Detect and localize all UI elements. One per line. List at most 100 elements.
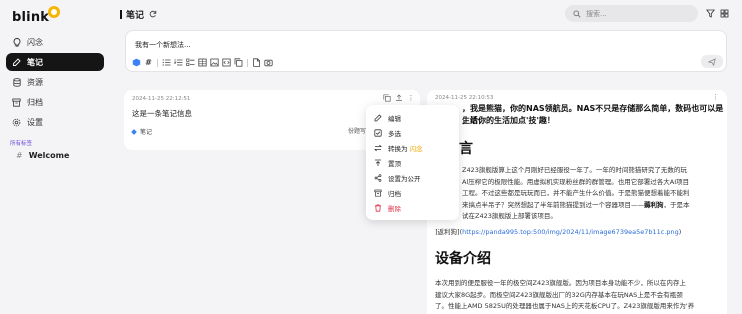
tag-label: Welcome bbox=[28, 151, 70, 160]
checklist-icon[interactable] bbox=[186, 58, 195, 67]
sidebar-item-label: 笔记 bbox=[27, 57, 43, 67]
memo-paragraph: Z423旗舰版算上这个月刚好已经服役一年了。一年的时间熊猫研究了无数的玩 Al压… bbox=[462, 165, 722, 223]
sidebar-item-flash[interactable]: 闪念 bbox=[6, 33, 104, 51]
logo-text: blink bbox=[12, 10, 50, 25]
search-input[interactable]: 搜索... bbox=[565, 5, 698, 22]
image-icon[interactable] bbox=[210, 58, 219, 67]
menu-item-label: 转换为 bbox=[388, 144, 408, 153]
memo-link[interactable]: https://panda995.top:500/img/2024/11/ima… bbox=[462, 228, 679, 236]
sidebar-item-label: 资源 bbox=[27, 77, 43, 87]
pin-icon bbox=[374, 159, 382, 167]
share-icon bbox=[374, 173, 382, 182]
toolbar-divider bbox=[247, 58, 248, 67]
gear-icon bbox=[12, 118, 21, 127]
editor-toolbar: # bbox=[132, 58, 273, 67]
memo-paragraph-line: Al压榨它的极限性能。用虚拟机实现粉丝群的群管理。也用它部署过各大AI项目 bbox=[462, 177, 690, 186]
memo-tag-label: 笔记 bbox=[140, 129, 153, 136]
memo-paragraph-line: 试在Z423旗舰版上部署该项目。 bbox=[462, 212, 557, 220]
more-icon[interactable]: ⋮ bbox=[407, 94, 415, 102]
editor-text[interactable]: 我有一个新想法... bbox=[135, 40, 191, 50]
sidebar-item-archive[interactable]: 归档 bbox=[6, 93, 104, 111]
archive-icon bbox=[12, 98, 21, 107]
memo-paragraph-line: Z423旗舰版算上这个月刚好已经服役一年了。一年的时间熊猫研究了无数的玩 bbox=[462, 166, 687, 174]
memo-context-menu: 编辑 多选 转换为 闪念 置顶 设置为公开 归档 删除 bbox=[366, 105, 459, 220]
sidebar-item-settings[interactable]: 设置 bbox=[6, 113, 104, 131]
menu-item-delete[interactable]: 删除 bbox=[366, 200, 459, 215]
grid-icon[interactable] bbox=[720, 9, 729, 18]
table-icon[interactable] bbox=[198, 58, 207, 67]
sidebar-item-notes[interactable]: 笔记 bbox=[6, 53, 104, 71]
memo-paragraph-line: 来搞点半吊子？突然想起了半年前熊猫提到过一个容器项目——薅利狗，于是本 bbox=[462, 200, 722, 212]
sidebar-item-label: 设置 bbox=[27, 117, 43, 127]
memo-date: 2024-11-25 22:12:51 bbox=[132, 96, 191, 102]
menu-item-archive[interactable]: 归档 bbox=[366, 185, 459, 200]
memo-paragraph-line: 本次用到的便是服役一年的极空间Z423旗舰版。因为项目本身功能不少，所以在内存上 bbox=[435, 279, 686, 287]
page-header: 笔记 bbox=[120, 8, 157, 21]
memo-link-line: ]返利狗](https://panda995.top:500/img/2024/… bbox=[435, 226, 681, 236]
camera-icon[interactable] bbox=[264, 58, 273, 67]
ordered-list-icon[interactable] bbox=[174, 58, 183, 67]
memo-card[interactable]: 2024-11-25 22:10:53 ⋮ ，我是熊猫，你的NAS领航员。NAS… bbox=[427, 90, 727, 314]
copy-icon[interactable] bbox=[234, 58, 243, 67]
menu-item-label: 归档 bbox=[388, 189, 401, 198]
memo-heading: 设备介绍 bbox=[435, 251, 491, 267]
archive-icon bbox=[374, 189, 382, 197]
cube-icon[interactable] bbox=[132, 58, 141, 67]
memo-heading: 言 bbox=[459, 141, 473, 157]
trash-icon bbox=[374, 204, 382, 212]
sidebar: blink 闪念 笔记 资源 归档 设置 所有标签 # Welcome bbox=[0, 0, 108, 314]
filter-icon[interactable] bbox=[706, 9, 715, 18]
convert-icon bbox=[374, 144, 382, 152]
menu-item-label: 设置为公开 bbox=[388, 174, 421, 183]
toolbar-divider bbox=[157, 58, 158, 67]
search-icon bbox=[573, 9, 581, 18]
logo-badge-icon bbox=[48, 6, 61, 18]
app-logo[interactable]: blink bbox=[12, 6, 61, 25]
menu-item-label: 删除 bbox=[388, 204, 401, 213]
edit-icon bbox=[374, 113, 382, 122]
tags-heading: 所有标签 bbox=[10, 141, 33, 147]
sidebar-tag-welcome[interactable]: # Welcome bbox=[16, 151, 69, 160]
send-button[interactable] bbox=[701, 55, 723, 68]
search-placeholder: 搜索... bbox=[586, 9, 607, 18]
more-icon[interactable]: ⋮ bbox=[712, 93, 719, 101]
tag-dot-icon bbox=[131, 128, 137, 135]
memo-paragraph: 本次用到的便是服役一年的极空间Z423旗舰版。因为项目本身功能不少，所以在内存上… bbox=[435, 278, 723, 313]
page-title: 笔记 bbox=[126, 11, 145, 21]
menu-item-convert[interactable]: 转换为 闪念 bbox=[366, 140, 459, 155]
memo-bold-text: 薅利狗 bbox=[644, 200, 664, 209]
menu-item-label: 编辑 bbox=[388, 114, 401, 123]
memo-extra-text: 份题写 bbox=[348, 128, 367, 135]
memo-card-actions: ⋮ bbox=[383, 94, 415, 102]
memo-date: 2024-11-25 22:10:53 bbox=[435, 95, 494, 101]
sidebar-item-label: 闪念 bbox=[27, 37, 43, 47]
memo-tag[interactable]: 笔记 bbox=[131, 127, 153, 136]
memo-text: ]返利狗]( bbox=[435, 228, 463, 236]
memo-intro-line: ，给你的生活加点'技'趣！ bbox=[462, 116, 555, 125]
memo-paragraph-line: 了。性能上AMD 5825U的处理器也属于NAS上的天花板CPU了。Z423旗舰… bbox=[435, 302, 695, 310]
sidebar-nav: 闪念 笔记 资源 归档 设置 bbox=[6, 33, 104, 133]
upload-icon[interactable] bbox=[395, 94, 403, 102]
menu-item-label: 多选 bbox=[388, 129, 401, 138]
code-icon[interactable] bbox=[222, 58, 231, 67]
note-icon bbox=[12, 57, 21, 67]
refresh-icon[interactable] bbox=[149, 10, 157, 20]
memo-text: ) bbox=[678, 228, 682, 236]
memo-editor[interactable]: 我有一个新想法... # bbox=[125, 30, 727, 72]
menu-item-multiselect[interactable]: 多选 bbox=[366, 125, 459, 140]
hash-icon: # bbox=[16, 151, 23, 160]
file-icon[interactable] bbox=[252, 58, 261, 67]
menu-item-edit[interactable]: 编辑 bbox=[366, 110, 459, 125]
menu-item-highlight: 闪念 bbox=[409, 144, 423, 153]
menu-item-pin[interactable]: 置顶 bbox=[366, 155, 459, 170]
copy-icon[interactable] bbox=[383, 94, 391, 102]
memo-text: 来搞点半吊子？突然想起了半年前熊猫提到过一个容器项目—— bbox=[462, 200, 644, 209]
memo-paragraph-line: 工程。不过这些都是玩玩而已，并不能产生什么价值。于是熊猫便想着能不能利 bbox=[462, 189, 690, 197]
menu-item-set-public[interactable]: 设置为公开 bbox=[366, 170, 459, 185]
sidebar-item-resources[interactable]: 资源 bbox=[6, 73, 104, 91]
database-icon bbox=[12, 77, 21, 87]
menu-item-label: 置顶 bbox=[388, 159, 401, 168]
lightbulb-icon bbox=[12, 37, 21, 47]
hashtag-icon[interactable]: # bbox=[144, 58, 153, 67]
bullet-list-icon[interactable] bbox=[162, 58, 171, 67]
